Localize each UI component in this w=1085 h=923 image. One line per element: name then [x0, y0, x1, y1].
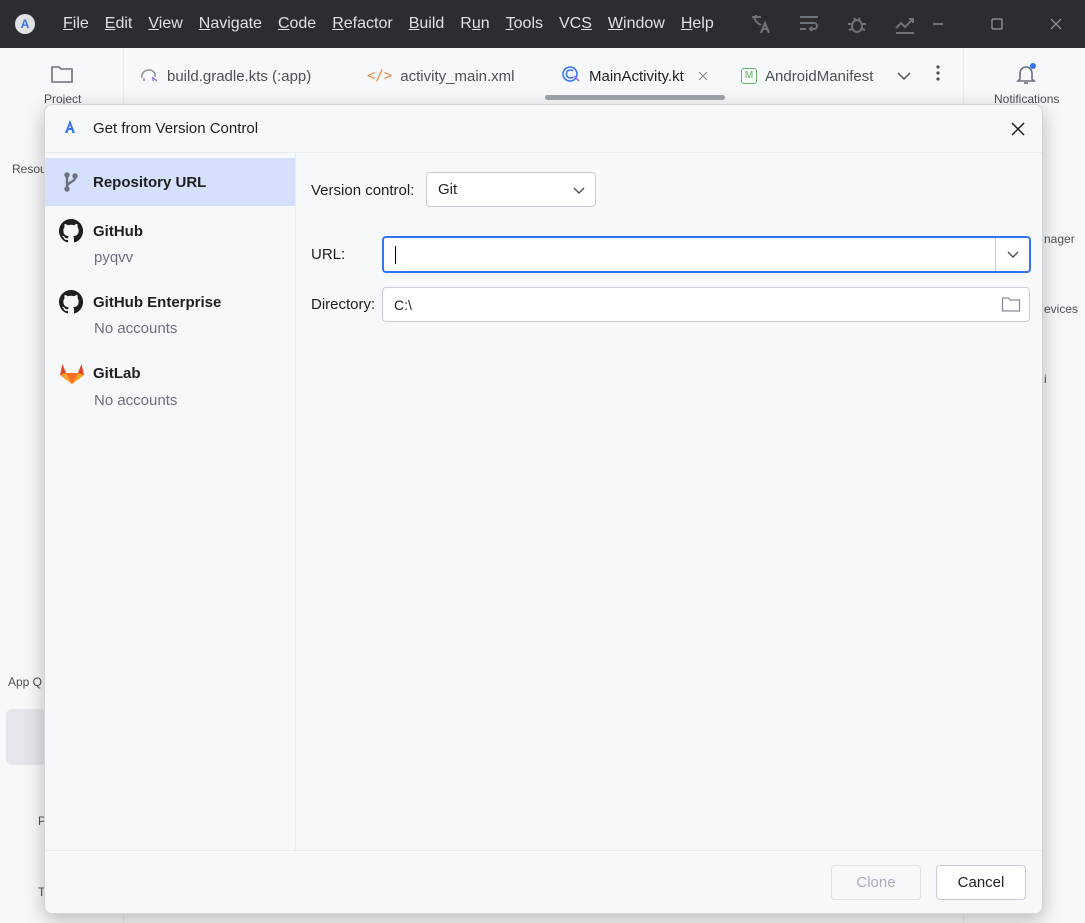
title-bar: A File Edit View Navigate Code Refactor … [0, 0, 1085, 48]
url-input[interactable] [382, 236, 1031, 273]
active-tool-highlight[interactable] [6, 709, 46, 765]
directory-value: C:\ [394, 296, 412, 313]
translate-icon[interactable] [748, 11, 774, 37]
running-devices-label[interactable]: evices [1044, 302, 1078, 316]
source-gitlab[interactable]: GitLab No accounts [45, 355, 295, 421]
android-studio-logo-icon[interactable]: A [15, 14, 35, 34]
menu-navigate[interactable]: Navigate [191, 15, 270, 33]
directory-input[interactable]: C:\ [382, 287, 1030, 322]
menu-file[interactable]: File [55, 15, 97, 33]
source-name: GitHub Enterprise [93, 294, 222, 311]
menu-view[interactable]: View [140, 15, 190, 33]
text-caret [395, 246, 396, 264]
github-icon [58, 289, 84, 314]
resource-manager-label[interactable]: Resou [12, 162, 47, 176]
debug-bug-icon[interactable] [844, 11, 870, 37]
source-account: No accounts [94, 392, 178, 409]
menu-code[interactable]: Code [270, 15, 324, 33]
menu-run[interactable]: Run [452, 15, 497, 33]
window-controls [908, 0, 1085, 48]
chevron-down-icon [573, 183, 585, 200]
minimize-icon[interactable] [908, 0, 967, 48]
dialog-title: Get from Version Control [93, 120, 259, 137]
notifications-bell-icon[interactable] [1014, 62, 1038, 89]
folder-icon[interactable] [50, 64, 74, 87]
tab-activity-main-xml[interactable]: </> activity_main.xml [367, 64, 515, 88]
maximize-icon[interactable] [967, 0, 1026, 48]
menu-edit[interactable]: Edit [97, 15, 141, 33]
source-name: GitLab [93, 365, 141, 382]
get-from-vcs-dialog: Get from Version Control Repository URL … [44, 104, 1043, 914]
source-repository-url[interactable]: Repository URL [45, 158, 295, 206]
github-icon [58, 218, 84, 243]
tab-main-activity-kt[interactable]: MainActivity.kt [561, 64, 708, 88]
source-name: Repository URL [93, 174, 207, 191]
dialog-footer: Clone Cancel [45, 850, 1042, 913]
close-window-icon[interactable] [1026, 0, 1085, 48]
main-menu: File Edit View Navigate Code Refactor Bu… [55, 15, 722, 33]
cancel-button[interactable]: Cancel [936, 865, 1026, 900]
tabs-overflow-chevron-icon[interactable] [897, 68, 911, 84]
tab-build-gradle[interactable]: build.gradle.kts (:app) [139, 64, 311, 88]
dialog-header: Get from Version Control [45, 105, 1042, 153]
close-tab-icon[interactable] [698, 68, 708, 85]
more-options-icon[interactable] [935, 64, 941, 85]
android-studio-small-icon [63, 119, 77, 138]
chevron-down-icon [1007, 251, 1018, 258]
strip-label-i[interactable]: i [1044, 372, 1047, 386]
browse-folder-icon[interactable] [1001, 295, 1021, 313]
git-branch-icon [59, 170, 83, 194]
manifest-icon: M [741, 68, 757, 84]
xml-code-icon: </> [367, 68, 393, 84]
menu-build[interactable]: Build [401, 15, 453, 33]
editor-tabs: build.gradle.kts (:app) </> activity_mai… [125, 48, 963, 102]
clone-button[interactable]: Clone [831, 865, 921, 900]
menu-refactor[interactable]: Refactor [324, 15, 400, 33]
toolbar-icons [748, 11, 918, 37]
menu-window[interactable]: Window [600, 15, 673, 33]
menu-tools[interactable]: Tools [498, 15, 551, 33]
menu-vcs[interactable]: VCS [551, 15, 600, 33]
url-history-dropdown[interactable] [995, 238, 1029, 271]
vcs-source-list: Repository URL GitHub pyqvv GitHub Enter… [45, 153, 296, 852]
version-control-value: Git [438, 181, 458, 198]
source-github-enterprise[interactable]: GitHub Enterprise No accounts [45, 284, 295, 350]
source-name: GitHub [93, 223, 143, 240]
tab-android-manifest[interactable]: M AndroidManifest [741, 64, 873, 88]
device-manager-label[interactable]: nager [1044, 232, 1075, 246]
gitlab-icon [59, 361, 84, 385]
kotlin-class-icon [561, 64, 581, 88]
close-icon[interactable] [1006, 117, 1030, 141]
source-account: pyqvv [94, 249, 134, 266]
app-quality-label[interactable]: App Q [8, 675, 42, 689]
gradle-elephant-icon [139, 65, 159, 87]
soft-wrap-icon[interactable] [796, 11, 822, 37]
version-control-select[interactable]: Git [426, 172, 596, 207]
version-control-label: Version control: [311, 182, 415, 199]
source-github[interactable]: GitHub pyqvv [45, 213, 295, 279]
menu-help[interactable]: Help [673, 15, 722, 33]
tab-scroll-indicator [545, 95, 725, 100]
source-account: No accounts [94, 320, 178, 337]
url-label: URL: [311, 246, 346, 263]
directory-label: Directory: [311, 296, 376, 313]
